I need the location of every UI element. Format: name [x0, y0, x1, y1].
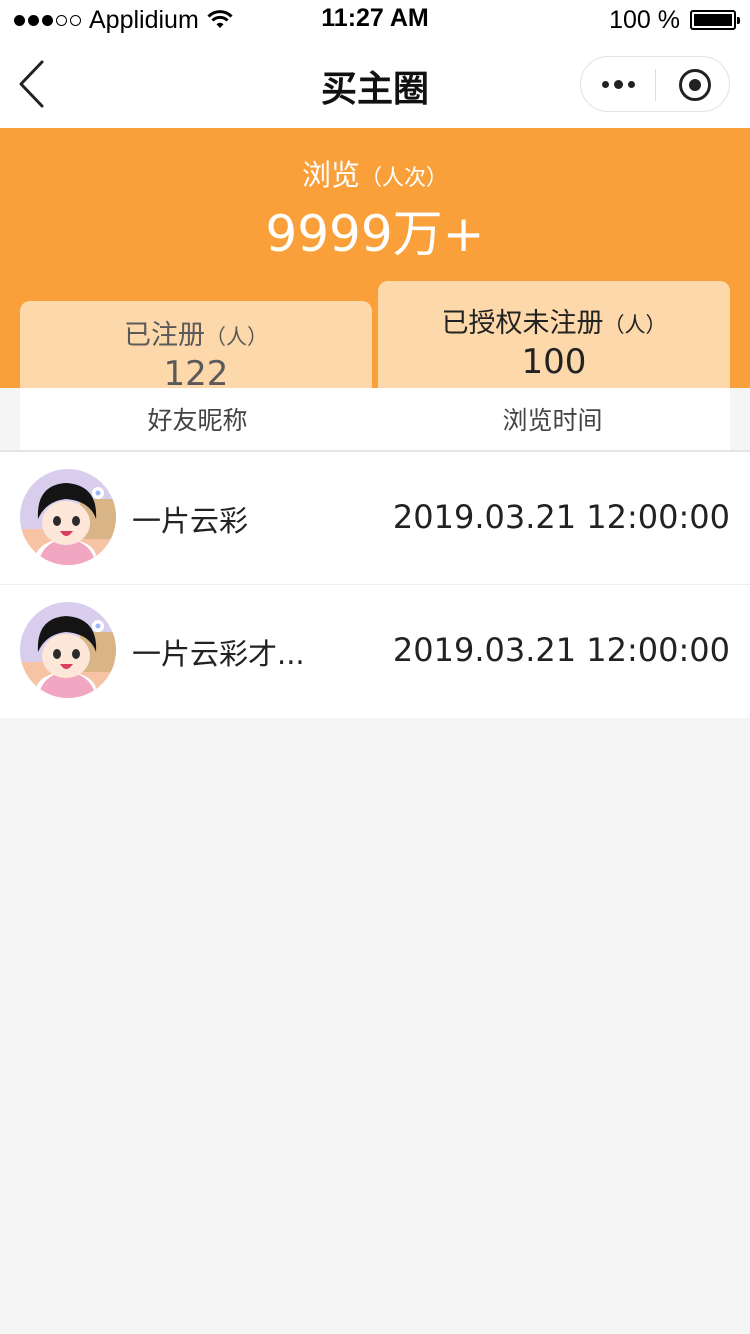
- battery-area: 100 %: [609, 4, 740, 36]
- tab-authorized-unregistered[interactable]: 已授权未注册（人） 100: [378, 281, 730, 388]
- friend-nickname: 一片云彩才...: [132, 637, 305, 671]
- column-browse-time: 浏览时间: [502, 406, 603, 435]
- tab-registered[interactable]: 已注册（人） 122: [20, 301, 372, 394]
- miniprogram-capsule: [580, 56, 730, 112]
- registered-label: 已注册（人）: [124, 320, 268, 351]
- more-dots-icon: [601, 80, 609, 88]
- more-button[interactable]: [581, 57, 655, 111]
- table-header: 好友昵称 浏览时间: [20, 388, 730, 450]
- browse-label: 浏览（人次）: [301, 158, 449, 192]
- battery-icon: [690, 10, 740, 30]
- avatar: [20, 469, 116, 565]
- capsule-divider: [655, 69, 656, 101]
- authorized-label: 已授权未注册（人）: [441, 308, 667, 339]
- browse-time: 2019.03.21 12:00:00: [392, 631, 730, 669]
- authorized-count: 100: [521, 342, 587, 382]
- table-row[interactable]: 一片云彩才... 2019.03.21 12:00:00: [0, 585, 750, 718]
- registered-unit: （人）: [205, 325, 268, 349]
- column-nickname: 好友昵称: [147, 406, 248, 435]
- browse-count: 9999万+: [265, 205, 485, 263]
- avatar: [20, 602, 116, 698]
- table-row[interactable]: 一片云彩 2019.03.21 12:00:00: [0, 452, 750, 585]
- authorized-unit: （人）: [603, 313, 667, 337]
- close-target-icon[interactable]: [679, 69, 711, 101]
- battery-percent: 100 %: [609, 5, 680, 34]
- nav-bar: 买主圈: [0, 40, 750, 128]
- friend-list: 一片云彩 2019.03.21 12:00:00 一片云彩才... 2019.0…: [0, 452, 750, 718]
- browse-unit: （人次）: [360, 166, 449, 191]
- status-bar: Applidium 11:27 AM 100 %: [0, 0, 750, 40]
- browse-time: 2019.03.21 12:00:00: [392, 498, 730, 536]
- friend-nickname: 一片云彩: [132, 504, 249, 538]
